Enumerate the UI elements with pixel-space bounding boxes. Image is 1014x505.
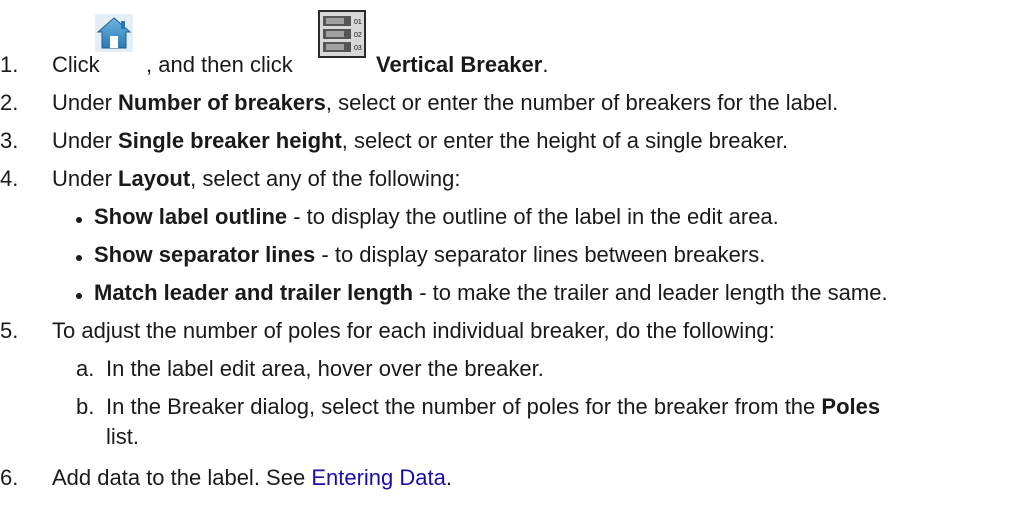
option-name: Show separator lines [94, 242, 316, 267]
option-desc: - to display separator lines between bre… [315, 242, 766, 267]
substep-bold: Poles [821, 394, 881, 419]
step-bold: Number of breakers [118, 90, 326, 115]
substep-letter: a. [76, 356, 95, 381]
bullet-icon [76, 255, 82, 261]
bullet-icon [76, 293, 82, 299]
list-item: Match leader and trailer length - to mak… [94, 280, 888, 306]
step-text: . [542, 52, 549, 77]
step-text: To adjust the number of poles for each i… [52, 318, 775, 343]
option-desc: - to display the outline of the label in… [287, 204, 779, 229]
step-bold: Layout [118, 166, 191, 191]
home-icon[interactable] [95, 14, 133, 52]
substep-a: a. In the label edit area, hover over the… [76, 356, 544, 382]
substep-b: b. In the Breaker dialog, select the numb… [76, 394, 880, 420]
substep-text: In the Breaker dialog, select the number… [106, 394, 822, 419]
step-text: , select or enter the height of a single… [341, 128, 789, 153]
list-item: Show label outline - to display the outl… [94, 204, 779, 230]
substep-b-cont: list. [106, 424, 139, 449]
breaker-label-2: 02 [354, 32, 362, 39]
step-text: Under [52, 166, 119, 191]
vertical-breaker-icon[interactable]: 01 02 03 [318, 10, 366, 58]
option-desc: - to make the trailer and leader length … [413, 280, 888, 305]
step-text: Under [52, 90, 119, 115]
option-name: Show label outline [94, 204, 288, 229]
step-number: 2. [0, 90, 19, 115]
breaker-label-3: 03 [354, 45, 362, 52]
step-number: 1. [0, 52, 19, 77]
substep-text: In the label edit area, hover over the b… [106, 356, 544, 381]
entering-data-link[interactable]: Entering Data [311, 465, 446, 490]
step-text: , select or enter the number of breakers… [325, 90, 839, 115]
bullet-icon [76, 217, 82, 223]
substep-letter: b. [76, 394, 95, 419]
step-text: Click [52, 52, 100, 77]
step-number: 5. [0, 318, 19, 343]
list-item: Show separator lines - to display separa… [94, 242, 765, 268]
step-text: Under [52, 128, 119, 153]
step-text: Add data to the label. See [52, 465, 312, 490]
step-text: . [445, 465, 452, 490]
option-name: Match leader and trailer length [94, 280, 414, 305]
step-text: , select any of the following: [190, 166, 461, 191]
breaker-label-1: 01 [354, 19, 362, 26]
step-number: 6. [0, 465, 19, 490]
step-bold: Vertical Breaker [376, 52, 543, 77]
step-number: 4. [0, 166, 19, 191]
step-bold: Single breaker height [118, 128, 342, 153]
step-number: 3. [0, 128, 19, 153]
step-text: , and then click [146, 52, 293, 77]
